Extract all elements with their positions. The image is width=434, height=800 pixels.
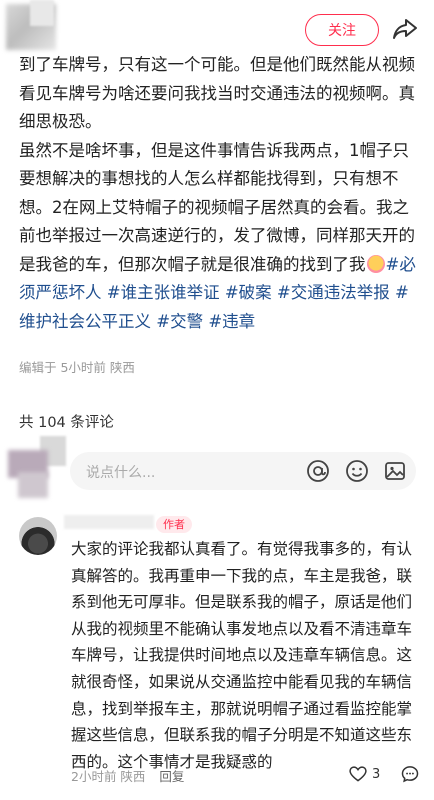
emoji-icon[interactable] (345, 459, 369, 483)
author-badge: 作者 (156, 516, 192, 533)
mention-icon[interactable] (306, 459, 330, 483)
like-count: 3 (372, 766, 381, 782)
commenter-avatar[interactable] (19, 517, 57, 555)
comment-bubble-icon[interactable] (400, 764, 420, 784)
crying-emoji-icon (366, 254, 385, 273)
comment-time-location: 2小时前 陕西 (71, 769, 146, 784)
post-paragraph-2-text: 虽然不是啥坏事，但是这件事情告诉我两点，1帽子只要想解决的事想找的人怎么样都能找… (19, 140, 415, 274)
post-paragraph-2: 虽然不是啥坏事，但是这件事情告诉我两点，1帽子只要想解决的事想找的人怎么样都能找… (19, 137, 424, 337)
follow-button[interactable]: 关注 (305, 14, 379, 46)
comment-text: 大家的评论我都认真看了。有觉得我事多的，有认真解答的。我再重申一下我的点，车主是… (71, 540, 413, 771)
post-paragraph-1: 到了车牌号，只有这一个可能。但是他们既然能从视频看见车牌号为啥还要问我找当时交通… (19, 55, 415, 131)
like-button[interactable]: 3 (348, 764, 380, 784)
reply-button[interactable]: 回复 (159, 769, 184, 784)
heart-icon (349, 766, 367, 782)
image-icon[interactable] (383, 459, 407, 483)
author-name-blurred (30, 0, 54, 26)
post-body: 到了车牌号，只有这一个可能。但是他们既然能从视频看见车牌号为啥还要问我找当时交通… (19, 51, 424, 336)
comment-count: 共 104 条评论 (19, 415, 114, 431)
share-icon[interactable] (390, 14, 420, 44)
comment-input-placeholder: 说点什么... (86, 465, 156, 481)
comment-meta: 2小时前 陕西 回复 (71, 766, 184, 785)
post-meta: 编辑于 5小时前 陕西 (19, 360, 135, 375)
my-avatar (0, 436, 70, 504)
commenter-name-blurred (64, 515, 154, 529)
top-bar: 关注 (0, 0, 434, 56)
